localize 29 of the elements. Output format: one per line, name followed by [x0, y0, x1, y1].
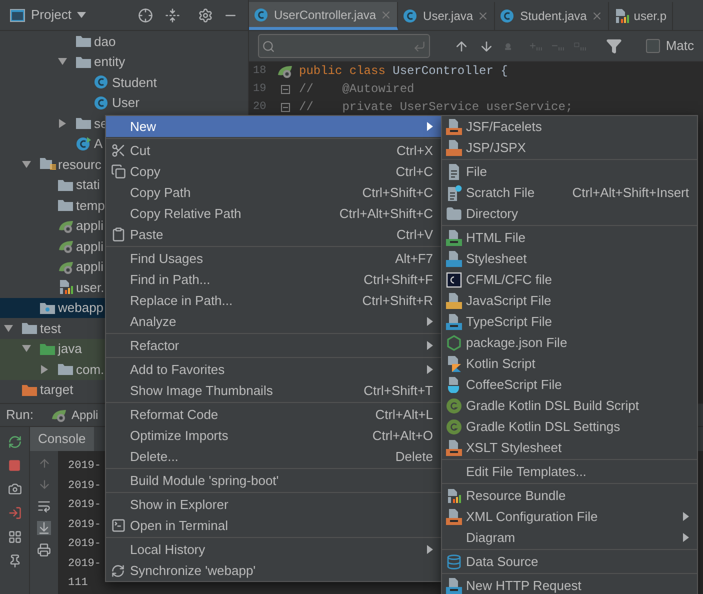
console-line: 2019-	[68, 518, 102, 532]
shortcut-label: Delete	[395, 448, 433, 466]
checkbox-label: Matc	[666, 37, 694, 56]
shortcut-label: Ctrl+X	[396, 142, 433, 160]
console-line: 2019-	[68, 556, 102, 572]
shortcut-label: Ctrl+Shift+C	[362, 184, 433, 202]
line-number: 18	[252, 64, 268, 79]
shortcut-label: Ctrl+Alt+L	[375, 406, 433, 424]
line-number: 19	[252, 82, 268, 97]
console-line: 2019-	[68, 459, 102, 474]
shortcut-label: Ctrl+Alt+Shift+C	[339, 204, 433, 223]
console-line: 2019-	[68, 498, 102, 513]
line-number: 20	[252, 100, 268, 115]
shortcut-label: Ctrl+Alt+Shift+Insert	[572, 184, 689, 202]
shortcut-label: Ctrl+Shift+R	[362, 292, 433, 310]
shortcut-label: Ctrl+V	[396, 226, 433, 244]
code-line: // @Autowired	[299, 81, 414, 98]
shortcut-label: Ctrl+Shift+F	[364, 270, 433, 289]
console-line: 111	[68, 576, 89, 591]
panel-label: Run:	[6, 406, 34, 424]
console-line: 2019-	[68, 478, 102, 494]
panel-title: Project	[31, 6, 72, 24]
code-line: // private UserService userService;	[299, 99, 573, 116]
shortcut-label: Ctrl+Alt+O	[372, 426, 433, 445]
shortcut-label: Ctrl+C	[396, 162, 433, 181]
shortcut-label: Ctrl+Shift+T	[364, 382, 433, 400]
shortcut-label: Alt+F7	[395, 250, 433, 268]
code-line: public class UserController {	[299, 63, 508, 80]
console-line: 2019-	[68, 537, 102, 552]
